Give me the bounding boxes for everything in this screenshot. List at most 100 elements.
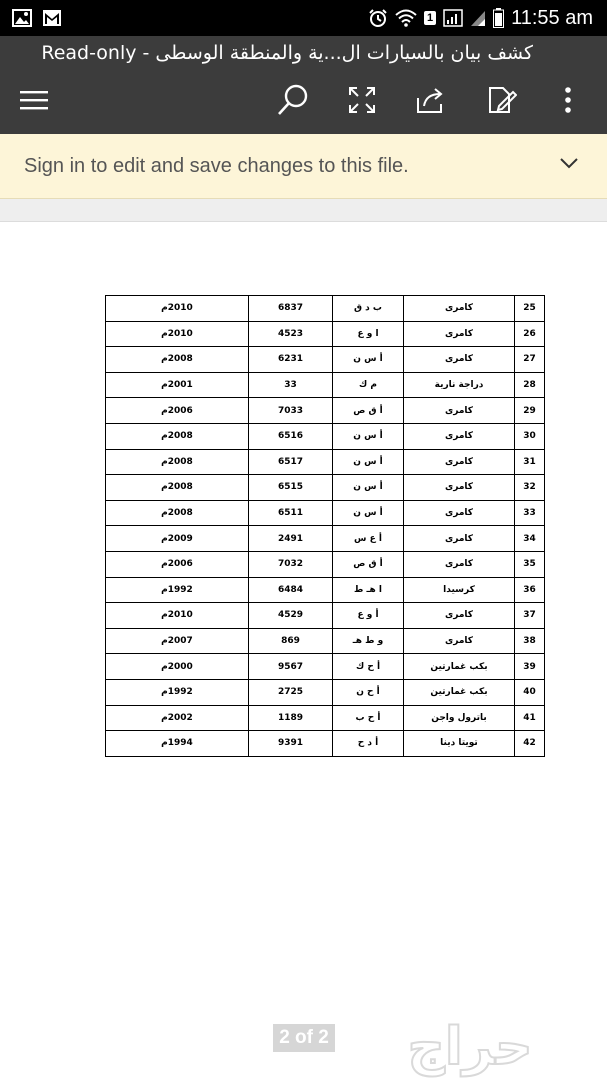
model-cell: كرسيدا (403, 576, 515, 604)
plate-letters-cell: أ ح ب (332, 704, 404, 732)
table-row: 34 كامرى أ ع س 2491 2009م (105, 525, 545, 552)
more-options-button[interactable] (550, 82, 586, 118)
table-row: 42 تويتا دينا أ د ح 9391 1994م (105, 730, 545, 757)
plate-letters-cell: أ ق ص (332, 550, 404, 578)
plate-letters-cell: أ ع س (332, 525, 404, 552)
chevron-down-icon[interactable] (559, 155, 579, 174)
model-year-cell: 1992م (105, 576, 249, 604)
model-cell: كامرى (403, 346, 515, 373)
model-cell: كامرى (403, 422, 515, 450)
plate-letters-cell: أ ح ك (332, 653, 404, 680)
plate-number-cell: 6837 (248, 295, 333, 322)
plate-number-cell: 33 (248, 371, 333, 399)
model-year-cell: 2002م (105, 704, 249, 732)
plate-letters-cell: أ س ن (332, 346, 404, 373)
status-bar: 1 11:55 am (0, 0, 607, 36)
plate-letters-cell: أ س ن (332, 448, 404, 476)
model-year-cell: 1992م (105, 678, 249, 706)
row-number-cell: 31 (514, 448, 545, 476)
edit-icon (489, 87, 517, 113)
model-year-cell: 2008م (105, 499, 249, 527)
model-cell: دراجة نارية (403, 371, 515, 399)
row-number-cell: 34 (514, 525, 545, 552)
plate-number-cell: 9567 (248, 653, 333, 680)
table-row: 29 كامرى أ ق ص 7033 2006م (105, 397, 545, 424)
edit-button[interactable] (483, 82, 519, 118)
table-row: 27 كامرى أ س ن 6231 2008م (105, 346, 545, 373)
table-row: 25 كامرى ب د ق 6837 2010م (105, 295, 545, 322)
plate-letters-cell: أ س ن (332, 474, 404, 501)
model-year-cell: 2008م (105, 474, 249, 501)
plate-number-cell: 9391 (248, 730, 333, 757)
sim-badge: 1 (423, 11, 437, 25)
plate-letters-cell: أ س ن (332, 499, 404, 527)
model-cell: كامرى (403, 397, 515, 424)
row-number-cell: 39 (514, 653, 545, 680)
plate-number-cell: 869 (248, 627, 333, 655)
table-row: 32 كامرى أ س ن 6515 2008م (105, 474, 545, 501)
model-year-cell: 2008م (105, 422, 249, 450)
row-number-cell: 27 (514, 346, 545, 373)
plate-number-cell: 6511 (248, 499, 333, 527)
plate-letters-cell: ا و ع (332, 320, 404, 348)
plate-number-cell: 6516 (248, 422, 333, 450)
vehicle-table: 25 كامرى ب د ق 6837 2010م 26 كامرى ا و ع 4523 201… (105, 295, 545, 757)
plate-number-cell: 7032 (248, 550, 333, 578)
row-number-cell: 30 (514, 422, 545, 450)
row-number-cell: 37 (514, 602, 545, 629)
model-cell: كامرى (403, 602, 515, 629)
table-row: 36 كرسيدا ا هـ ط 6484 1992م (105, 576, 545, 604)
model-cell: كامرى (403, 295, 515, 322)
signin-message: Sign in to edit and save changes to this… (24, 154, 409, 177)
model-year-cell: 2009م (105, 525, 249, 552)
fullscreen-button[interactable] (344, 82, 380, 118)
table-row: 38 كامرى و ط هـ 869 2007م (105, 627, 545, 655)
document-top-margin (0, 199, 607, 222)
row-number-cell: 33 (514, 499, 545, 527)
model-year-cell: 2010م (105, 320, 249, 348)
menu-button[interactable] (16, 82, 52, 118)
model-cell: كامرى (403, 474, 515, 501)
table-row: 26 كامرى ا و ع 4523 2010م (105, 320, 545, 348)
plate-letters-cell: ا هـ ط (332, 576, 404, 604)
document-page[interactable]: 25 كامرى ب د ق 6837 2010م 26 كامرى ا و ع 4523 201… (0, 222, 607, 1080)
model-year-cell: 1994م (105, 730, 249, 757)
plate-letters-cell: م ك (332, 371, 404, 399)
table-row: 33 كامرى أ س ن 6511 2008م (105, 499, 545, 527)
plate-number-cell: 6484 (248, 576, 333, 604)
signin-banner[interactable]: Sign in to edit and save changes to this… (0, 134, 607, 199)
table-row: 35 كامرى أ ق ص 7032 2006م (105, 550, 545, 578)
plate-letters-cell: ب د ق (332, 295, 404, 322)
clock-time: 11:55 am (511, 6, 593, 29)
wifi-icon (395, 9, 417, 27)
gallery-icon (12, 9, 32, 27)
plate-letters-cell: أ و ع (332, 602, 404, 629)
plate-letters-cell: أ س ن (332, 422, 404, 450)
row-number-cell: 28 (514, 371, 545, 399)
model-year-cell: 2001م (105, 371, 249, 399)
plate-number-cell: 6515 (248, 474, 333, 501)
plate-number-cell: 4523 (248, 320, 333, 348)
row-number-cell: 25 (514, 295, 545, 322)
share-button[interactable] (412, 82, 448, 118)
alarm-icon (368, 8, 388, 28)
plate-letters-cell: و ط هـ (332, 627, 404, 655)
table-row: 31 كامرى أ س ن 6517 2008م (105, 448, 545, 476)
model-cell: كامرى (403, 525, 515, 552)
model-cell: كامرى (403, 320, 515, 348)
watermark-text: حراج (407, 1018, 532, 1077)
plate-number-cell: 4529 (248, 602, 333, 629)
search-icon (278, 84, 308, 115)
model-cell: تويتا دينا (403, 730, 515, 757)
table-row: 39 بكب غمارتين أ ح ك 9567 2000م (105, 653, 545, 680)
table-row: 30 كامرى أ س ن 6516 2008م (105, 422, 545, 450)
model-cell: كامرى (403, 627, 515, 655)
share-icon (417, 88, 443, 113)
model-year-cell: 2008م (105, 448, 249, 476)
document-title: كشف بيان بالسيارات ال...ية والمنطقة الوس… (41, 42, 533, 64)
model-cell: كامرى (403, 499, 515, 527)
search-button[interactable] (275, 82, 311, 118)
row-number-cell: 26 (514, 320, 545, 348)
model-year-cell: 2008م (105, 346, 249, 373)
model-year-cell: 2006م (105, 397, 249, 424)
